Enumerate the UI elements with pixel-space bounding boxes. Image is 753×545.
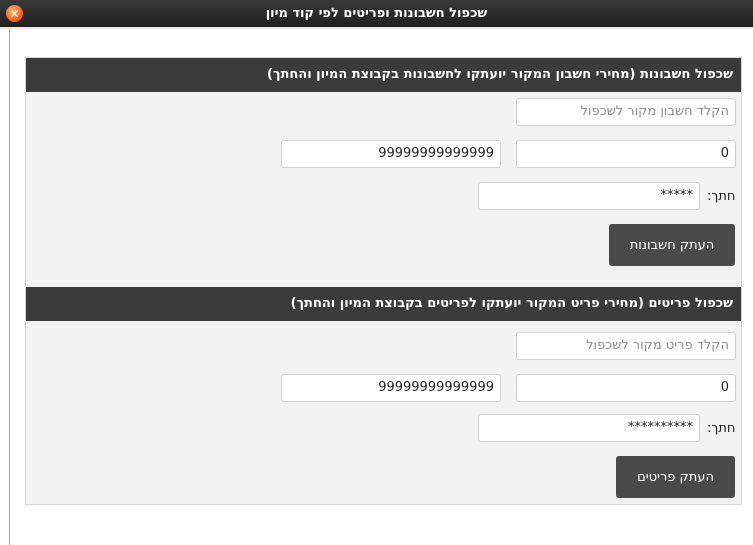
item-range-to-input[interactable]: 99999999999999 xyxy=(281,374,501,402)
account-range-to-input[interactable]: 99999999999999 xyxy=(281,140,501,168)
account-slice-label: חתך: xyxy=(707,189,736,204)
source-item-input[interactable]: הקלד פריט מקור לשכפול xyxy=(516,332,736,360)
main-panel: שכפול חשבונות (מחירי חשבון המקור יועתקו … xyxy=(25,57,742,505)
items-section-header: שכפול פריטים (מחירי פריט המקור יועתקו לפ… xyxy=(26,287,741,321)
window-titlebar: ✕ שכפול חשבונות ופריטים לפי קוד מיון xyxy=(0,0,753,29)
item-slice-input[interactable]: ********** xyxy=(478,414,700,442)
source-account-input[interactable]: הקלד חשבון מקור לשכפול xyxy=(516,98,736,126)
account-slice-input[interactable]: ***** xyxy=(478,182,700,210)
account-range-from-input[interactable]: 0 xyxy=(516,140,736,168)
item-range-from-input[interactable]: 0 xyxy=(516,374,736,402)
copy-items-button[interactable]: העתק פריטים xyxy=(616,456,735,498)
window-title: שכפול חשבונות ופריטים לפי קוד מיון xyxy=(265,6,488,21)
close-button[interactable]: ✕ xyxy=(6,5,23,22)
close-icon: ✕ xyxy=(9,6,20,21)
copy-accounts-button[interactable]: העתק חשבונות xyxy=(609,224,735,266)
item-slice-label: חתך: xyxy=(707,421,736,436)
window-left-border xyxy=(9,29,10,545)
accounts-section-header: שכפול חשבונות (מחירי חשבון המקור יועתקו … xyxy=(26,58,741,92)
